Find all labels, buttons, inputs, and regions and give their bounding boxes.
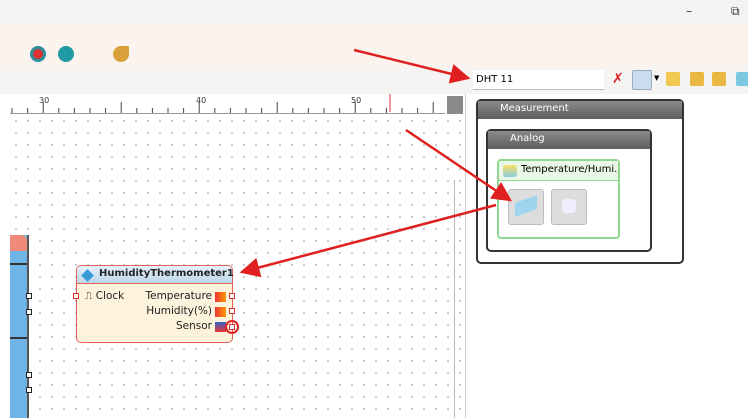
arrow-to-palette-item [405,128,513,202]
arrow-to-search [353,48,471,84]
arrow-to-component [239,203,497,278]
annotation-arrows [239,48,513,278]
